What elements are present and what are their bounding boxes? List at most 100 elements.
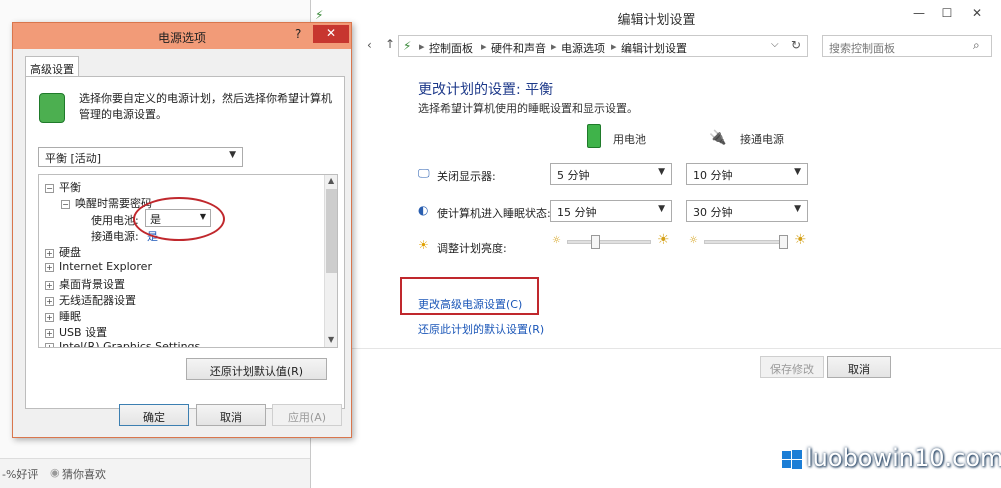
sleep-icon: ◐ — [418, 203, 429, 217]
search-placeholder: 搜索控制面板 — [829, 42, 895, 55]
advanced-power-settings-link[interactable]: 更改高级电源设置(C) — [418, 296, 522, 312]
control-panel-window: ⚡ 编辑计划设置 — ☐ ✕ ‹ ↑ ⚡ ▸ 控制面板 ▸ 硬件和声音 ▸ 电源… — [310, 0, 1001, 488]
crumb-hardware[interactable]: 硬件和声音 — [491, 40, 546, 56]
scroll-down-icon[interactable]: ▼ — [328, 335, 334, 344]
search-input[interactable]: 搜索控制面板 ⌕ — [822, 35, 992, 57]
chevron-down-icon: ▼ — [658, 204, 665, 214]
title-bar: ⚡ 编辑计划设置 — ☐ ✕ — [311, 0, 1001, 32]
col-battery: 用电池 — [613, 133, 646, 146]
tab-advanced-settings[interactable]: 高级设置 — [25, 56, 79, 77]
display-plugged-select[interactable]: 10 分钟 ▼ — [686, 163, 808, 185]
chevron-down-icon: ▼ — [658, 167, 665, 177]
tree-item-label: 无线适配器设置 — [59, 294, 136, 307]
tree-root[interactable]: − 平衡 — [45, 179, 81, 195]
crumb-power-options[interactable]: 电源选项 — [561, 40, 605, 56]
chevron-right-icon: ▸ — [419, 40, 425, 53]
page-subtitle: 选择希望计算机使用的睡眠设置和显示设置。 — [418, 102, 638, 115]
brightness-plugged-track[interactable] — [704, 240, 788, 244]
rating-text: -%好评 — [2, 468, 39, 481]
expand-icon[interactable]: + — [45, 281, 54, 290]
brightness-icon: ☀ — [418, 238, 429, 252]
expand-icon[interactable]: + — [45, 249, 54, 258]
tree-item[interactable]: + Internet Explorer — [45, 260, 152, 273]
search-icon[interactable]: ⌕ — [973, 38, 980, 53]
save-changes-button[interactable]: 保存修改 — [760, 356, 824, 378]
page-title: 更改计划的设置: 平衡 — [418, 82, 554, 98]
apply-button[interactable]: 应用(A) — [272, 404, 342, 426]
expand-icon[interactable]: + — [45, 329, 54, 338]
windows-logo-icon — [782, 450, 802, 470]
tree-item[interactable]: + 睡眠 — [45, 308, 81, 324]
display-battery-select[interactable]: 5 分钟 ▼ — [550, 163, 672, 185]
dropdown-icon[interactable]: ⌵ — [771, 39, 779, 50]
expand-icon[interactable]: + — [45, 263, 54, 272]
minimize-button[interactable]: — — [907, 6, 931, 20]
restore-defaults-link[interactable]: 还原此计划的默认设置(R) — [418, 321, 544, 337]
chevron-right-icon: ▸ — [611, 40, 617, 53]
dialog-title-bar: 电源选项 ? ✕ — [13, 23, 351, 49]
tree-scrollbar[interactable]: ▲ ▼ — [324, 175, 337, 347]
up-arrow-icon[interactable]: ↑ — [385, 37, 395, 51]
row-display-label: 关闭显示器: — [437, 170, 496, 183]
scroll-up-icon[interactable]: ▲ — [328, 176, 334, 185]
dim-sun-icon: ☼ — [689, 235, 698, 246]
brightness-battery-thumb[interactable] — [591, 235, 601, 249]
bright-sun-icon: ☀ — [794, 232, 807, 248]
expand-icon[interactable]: + — [45, 313, 54, 322]
close-button[interactable]: ✕ — [965, 6, 989, 20]
power-options-dialog: 电源选项 ? ✕ 高级设置 选择你要自定义的电源计划，然后选择你希望计算机管理的… — [12, 22, 352, 438]
scroll-thumb[interactable] — [326, 189, 337, 273]
back-icon[interactable]: ‹ — [367, 38, 372, 52]
chevron-down-icon: ▼ — [794, 204, 801, 214]
maximize-button[interactable]: ☐ — [935, 6, 959, 20]
tree-item[interactable]: + 硬盘 — [45, 244, 81, 260]
crumb-control-panel[interactable]: 控制面板 — [429, 40, 473, 56]
background-status-bar: -%好评 ◉ 猜你喜欢 — [0, 458, 310, 488]
chevron-right-icon: ▸ — [481, 40, 487, 53]
expand-icon[interactable]: + — [45, 343, 54, 347]
tree-root-label: 平衡 — [59, 181, 81, 194]
tree-item-label: Intel(R) Graphics Settings — [59, 340, 201, 348]
plugged-in-label: 接通电源: — [91, 230, 139, 243]
chevron-right-icon: ▸ — [551, 40, 557, 53]
ok-button[interactable]: 确定 — [119, 404, 189, 426]
tree-item-label: 桌面背景设置 — [59, 278, 125, 291]
chevron-down-icon: ▼ — [229, 150, 236, 160]
tree-item[interactable]: + Intel(R) Graphics Settings — [45, 340, 201, 348]
sleep-plugged-select[interactable]: 30 分钟 ▼ — [686, 200, 808, 222]
settings-tree[interactable]: − 平衡 − 唤醒时需要密码 使用电池: 是 ▼ 接通电源: 是 + 硬盘 + Inter… — [38, 174, 338, 348]
tree-item-label: USB 设置 — [59, 326, 108, 339]
row-brightness-label: 调整计划亮度: — [437, 242, 507, 255]
tree-item-label: 硬盘 — [59, 246, 81, 259]
battery-icon — [587, 124, 601, 148]
power-plan-icon — [39, 93, 65, 123]
expand-icon[interactable]: + — [45, 297, 54, 306]
plan-select[interactable]: 平衡 [活动] ▼ — [38, 147, 243, 167]
on-battery-label: 使用电池: — [91, 214, 139, 227]
tree-item[interactable]: + 桌面背景设置 — [45, 276, 125, 292]
address-bar[interactable]: ⚡ ▸ 控制面板 ▸ 硬件和声音 ▸ 电源选项 ▸ 编辑计划设置 ⌵ ↻ — [398, 35, 808, 57]
dialog-description: 选择你要自定义的电源计划，然后选择你希望计算机管理的电源设置。 — [79, 92, 332, 121]
display-plugged-value: 10 分钟 — [693, 169, 733, 182]
window-title: 编辑计划设置 — [617, 13, 696, 28]
dialog-cancel-button[interactable]: 取消 — [196, 404, 266, 426]
tree-item[interactable]: + 无线适配器设置 — [45, 292, 136, 308]
brightness-battery-track[interactable] — [567, 240, 651, 244]
dialog-close-button[interactable]: ✕ — [313, 25, 349, 43]
refresh-icon[interactable]: ↻ — [791, 38, 801, 52]
help-button[interactable]: ? — [295, 27, 301, 41]
address-row: ‹ ↑ ⚡ ▸ 控制面板 ▸ 硬件和声音 ▸ 电源选项 ▸ 编辑计划设置 ⌵ ↻… — [311, 33, 1001, 59]
cancel-button[interactable]: 取消 — [827, 356, 891, 378]
collapse-icon[interactable]: − — [61, 200, 70, 209]
display-battery-value: 5 分钟 — [557, 169, 590, 182]
sleep-battery-select[interactable]: 15 分钟 ▼ — [550, 200, 672, 222]
highlight-ellipse — [133, 197, 225, 241]
radio-icon: ◉ — [50, 466, 60, 479]
guess-you-like-link[interactable]: 猜你喜欢 — [62, 466, 106, 482]
restore-plan-defaults-button[interactable]: 还原计划默认值(R) — [186, 358, 327, 380]
tree-item[interactable]: + USB 设置 — [45, 324, 107, 340]
monitor-icon: 🖵 — [418, 166, 430, 180]
crumb-edit-plan[interactable]: 编辑计划设置 — [621, 40, 687, 56]
brightness-plugged-thumb[interactable] — [778, 235, 788, 249]
collapse-icon[interactable]: − — [45, 184, 54, 193]
